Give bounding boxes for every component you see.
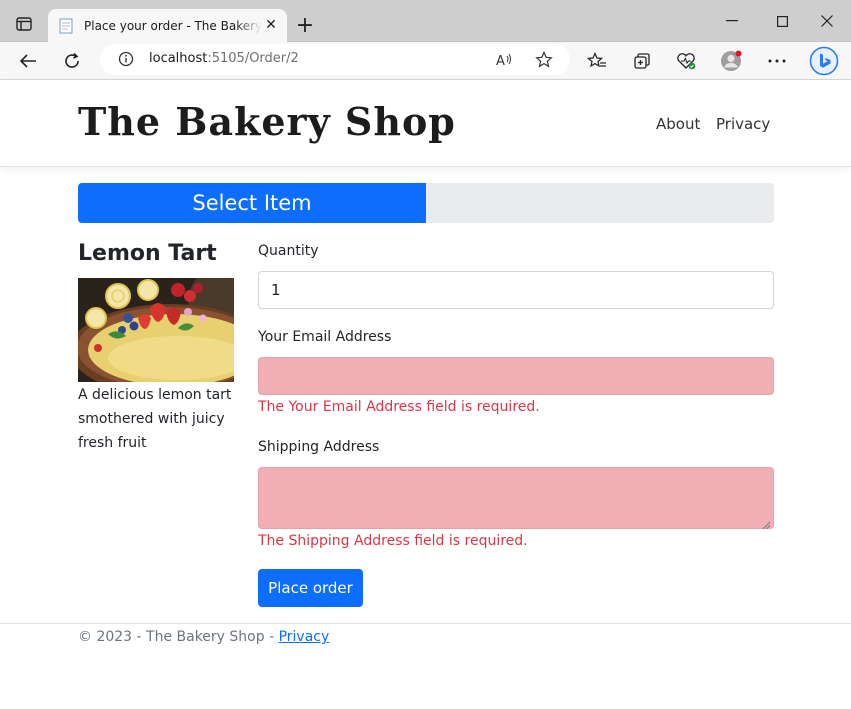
shipping-label: Shipping Address [258,439,380,455]
page-favicon-icon [58,18,74,34]
profile-avatar-icon[interactable] [717,47,745,75]
footer-text: © 2023 - The Bakery Shop - Privacy [78,629,329,645]
address-host: localhost [149,51,208,66]
item-description: A delicious lemon tart smothered with ju… [78,387,232,451]
collections-icon[interactable] [628,47,656,75]
quantity-input[interactable]: 1 [258,271,774,309]
browser-essentials-icon[interactable] [672,47,700,75]
close-tab-icon[interactable]: ✕ [263,17,279,33]
order-progress: Select Item [78,183,774,223]
address-path: :5105/Order/2 [207,51,299,66]
tab-title: Place your order - The Bakery Shop [84,18,262,33]
browser-tab[interactable]: Place your order - The Bakery Shop ✕ [48,9,287,42]
read-aloud-icon[interactable]: A [493,49,515,71]
more-options-icon[interactable] [763,47,791,75]
email-label: Your Email Address [258,329,392,345]
nav-link-about[interactable]: About [656,115,700,133]
footer-privacy-link[interactable]: Privacy [279,629,330,645]
site-brand[interactable]: The Bakery Shop [78,99,456,144]
shipping-error-message: The Shipping Address field is required. [258,533,528,549]
close-window-icon[interactable] [807,8,847,34]
back-arrow-icon[interactable] [14,47,42,75]
email-error-message: The Your Email Address field is required… [258,399,540,415]
progress-bar-fill: Select Item [78,183,426,223]
tab-actions-icon[interactable] [10,12,38,36]
item-name: Lemon Tart [78,241,217,266]
place-order-button[interactable]: Place order [258,569,363,607]
browser-titlebar: Place your order - The Bakery Shop ✕ + [0,0,851,42]
footer-copyright: © 2023 - The Bakery Shop - [78,629,279,645]
nav-link-privacy[interactable]: Privacy [716,115,770,133]
new-tab-icon[interactable]: + [292,12,318,38]
shipping-address-textarea[interactable] [258,467,774,530]
place-order-label: Place order [268,579,353,597]
progress-label: Select Item [192,191,312,215]
address-bar[interactable]: localhost:5105/Order/2 A [100,44,570,75]
site-footer: © 2023 - The Bakery Shop - Privacy [0,623,851,709]
item-image [78,278,234,382]
site-header: The Bakery Shop About Privacy [0,81,851,167]
email-input[interactable] [258,357,774,395]
minimize-icon[interactable] [712,8,752,34]
refresh-icon[interactable] [58,47,86,75]
svg-text:A: A [496,54,505,68]
site-info-icon[interactable] [118,51,134,71]
browser-toolbar: localhost:5105/Order/2 A [0,42,851,80]
quantity-value: 1 [271,281,281,299]
resize-handle-icon[interactable] [761,516,771,530]
favorite-star-icon[interactable] [533,49,555,71]
favorites-icon[interactable] [583,47,611,75]
maximize-icon[interactable] [762,8,802,34]
address-url[interactable]: localhost:5105/Order/2 [149,51,299,66]
bing-copilot-icon[interactable] [808,45,840,77]
quantity-label: Quantity [258,243,319,259]
